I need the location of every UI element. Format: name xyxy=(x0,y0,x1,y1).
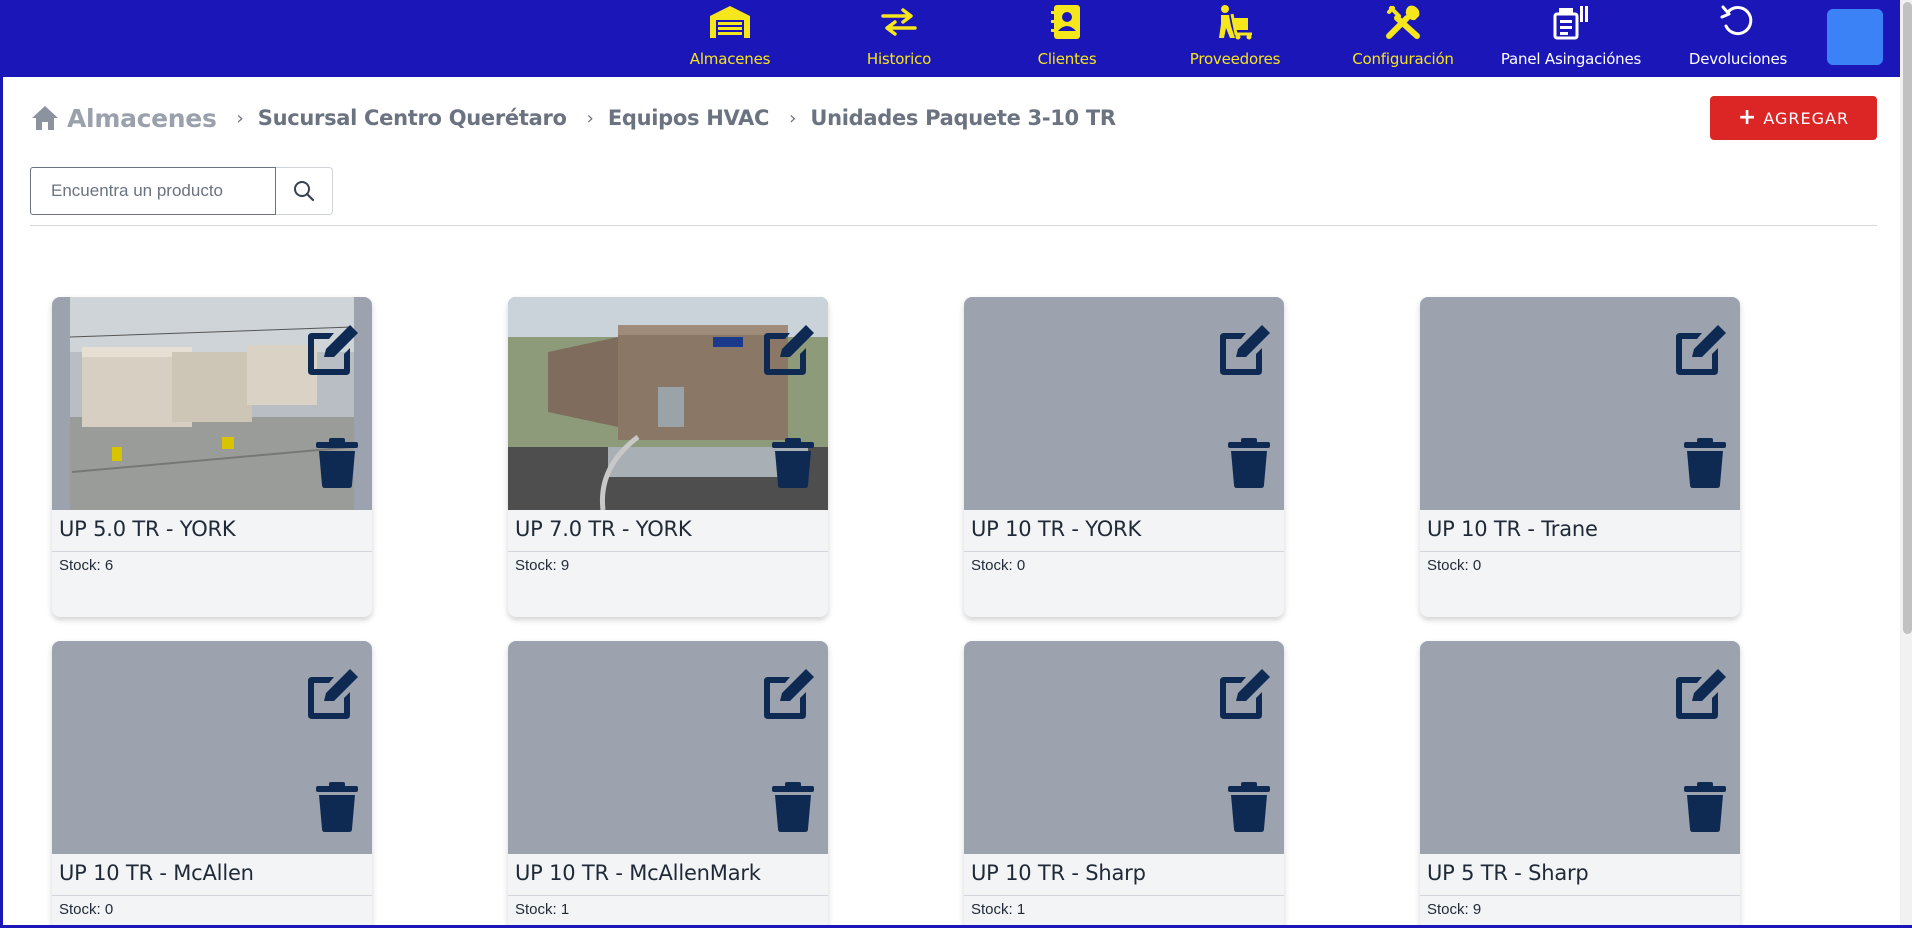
product-name: UP 10 TR - YORK xyxy=(971,517,1142,541)
nav-proveedores[interactable]: Proveedores xyxy=(1179,0,1291,77)
trash-icon[interactable] xyxy=(771,782,815,832)
product-card[interactable]: UP 10 TR - McAllen Stock: 0 xyxy=(52,641,372,925)
trash-icon[interactable] xyxy=(315,782,359,832)
edit-icon[interactable] xyxy=(1216,323,1274,377)
product-name: UP 10 TR - McAllenMark xyxy=(515,861,761,885)
divider xyxy=(1420,551,1740,552)
address-book-icon xyxy=(1051,2,1083,42)
nav-label: Panel Asingaciónes xyxy=(1500,50,1642,68)
divider xyxy=(964,895,1284,896)
warehouse-icon xyxy=(708,2,752,42)
product-name: UP 7.0 TR - YORK xyxy=(515,517,692,541)
trash-icon[interactable] xyxy=(315,438,359,488)
scrollbar-thumb[interactable] xyxy=(1903,2,1912,634)
undo-icon xyxy=(1720,2,1756,42)
product-image xyxy=(508,297,828,510)
product-name: UP 5 TR - Sharp xyxy=(1427,861,1589,885)
chevron-right-icon: › xyxy=(586,107,594,129)
product-stock: Stock: 0 xyxy=(1427,557,1482,574)
product-card[interactable]: UP 7.0 TR - YORK Stock: 9 xyxy=(508,297,828,617)
chevron-right-icon: › xyxy=(789,107,797,129)
breadcrumb-item-current: Unidades Paquete 3-10 TR xyxy=(810,106,1116,130)
product-image xyxy=(52,641,372,854)
home-icon xyxy=(32,106,58,130)
trash-icon[interactable] xyxy=(1227,782,1271,832)
product-name: UP 5.0 TR - YORK xyxy=(59,517,236,541)
nav-label: Clientes xyxy=(1037,50,1097,68)
product-image xyxy=(1420,297,1740,510)
nav-label: Configuración xyxy=(1352,50,1454,68)
nav-clientes[interactable]: Clientes xyxy=(1016,0,1118,77)
edit-icon[interactable] xyxy=(760,667,818,721)
scrollbar[interactable] xyxy=(1900,0,1912,925)
avatar[interactable] xyxy=(1827,9,1883,65)
product-image xyxy=(508,641,828,854)
nav-devoluciones[interactable]: Devoluciones xyxy=(1679,0,1797,77)
product-image xyxy=(964,641,1284,854)
assignment-panel-icon xyxy=(1551,2,1591,42)
divider xyxy=(508,551,828,552)
breadcrumb: Almacenes › Sucursal Centro Querétaro › … xyxy=(31,100,1116,136)
nav-almacenes[interactable]: Almacenes xyxy=(679,0,781,77)
product-card[interactable]: UP 10 TR - Sharp Stock: 1 xyxy=(964,641,1284,925)
product-stock: Stock: 9 xyxy=(515,557,570,574)
swap-arrows-icon xyxy=(881,2,917,42)
breadcrumb-item[interactable]: Sucursal Centro Querétaro xyxy=(258,106,567,130)
search-bar xyxy=(30,167,333,215)
plus-icon: + xyxy=(1737,105,1758,130)
supplier-dolly-icon xyxy=(1216,2,1254,42)
trash-icon[interactable] xyxy=(1683,438,1727,488)
breadcrumb-root[interactable]: Almacenes xyxy=(67,104,217,133)
product-stock: Stock: 1 xyxy=(971,901,1026,918)
top-navbar: Almacenes Historico Clientes Proveedores xyxy=(3,0,1912,77)
product-stock: Stock: 0 xyxy=(971,557,1026,574)
add-button[interactable]: + AGREGAR xyxy=(1710,96,1877,140)
trash-icon[interactable] xyxy=(771,438,815,488)
edit-icon[interactable] xyxy=(1672,323,1730,377)
product-image xyxy=(964,297,1284,510)
trash-icon[interactable] xyxy=(1683,782,1727,832)
product-image xyxy=(52,297,372,510)
product-stock: Stock: 6 xyxy=(59,557,114,574)
divider xyxy=(508,895,828,896)
search-button[interactable] xyxy=(276,167,333,215)
product-card[interactable]: UP 5 TR - Sharp Stock: 9 xyxy=(1420,641,1740,925)
edit-icon[interactable] xyxy=(1672,667,1730,721)
product-image xyxy=(1420,641,1740,854)
tools-icon xyxy=(1385,2,1421,42)
edit-icon[interactable] xyxy=(760,323,818,377)
product-card[interactable]: UP 10 TR - Trane Stock: 0 xyxy=(1420,297,1740,617)
divider xyxy=(52,895,372,896)
search-input[interactable] xyxy=(30,167,276,215)
app-window: Almacenes Historico Clientes Proveedores xyxy=(0,0,1912,928)
chevron-right-icon: › xyxy=(236,107,244,129)
divider xyxy=(52,551,372,552)
product-name: UP 10 TR - McAllen xyxy=(59,861,254,885)
search-icon xyxy=(294,181,315,202)
nav-label: Devoluciones xyxy=(1688,50,1788,68)
product-card[interactable]: UP 5.0 TR - YORK Stock: 6 xyxy=(52,297,372,617)
edit-icon[interactable] xyxy=(304,323,362,377)
nav-label: Historico xyxy=(866,50,932,68)
divider xyxy=(1420,895,1740,896)
nav-label: Proveedores xyxy=(1189,50,1281,68)
divider xyxy=(964,551,1284,552)
nav-panel-asignaciones[interactable]: Panel Asingaciónes xyxy=(1487,0,1655,77)
edit-icon[interactable] xyxy=(1216,667,1274,721)
edit-icon[interactable] xyxy=(304,667,362,721)
divider xyxy=(30,225,1877,226)
nav-label: Almacenes xyxy=(689,50,771,68)
product-name: UP 10 TR - Sharp xyxy=(971,861,1146,885)
nav-configuracion[interactable]: Configuración xyxy=(1339,0,1467,77)
add-button-label: AGREGAR xyxy=(1763,108,1850,128)
product-name: UP 10 TR - Trane xyxy=(1427,517,1598,541)
product-stock: Stock: 1 xyxy=(515,901,570,918)
breadcrumb-item[interactable]: Equipos HVAC xyxy=(608,106,770,130)
nav-historico[interactable]: Historico xyxy=(848,0,950,77)
product-card[interactable]: UP 10 TR - YORK Stock: 0 xyxy=(964,297,1284,617)
product-stock: Stock: 0 xyxy=(59,901,114,918)
product-stock: Stock: 9 xyxy=(1427,901,1482,918)
product-card[interactable]: UP 10 TR - McAllenMark Stock: 1 xyxy=(508,641,828,925)
trash-icon[interactable] xyxy=(1227,438,1271,488)
